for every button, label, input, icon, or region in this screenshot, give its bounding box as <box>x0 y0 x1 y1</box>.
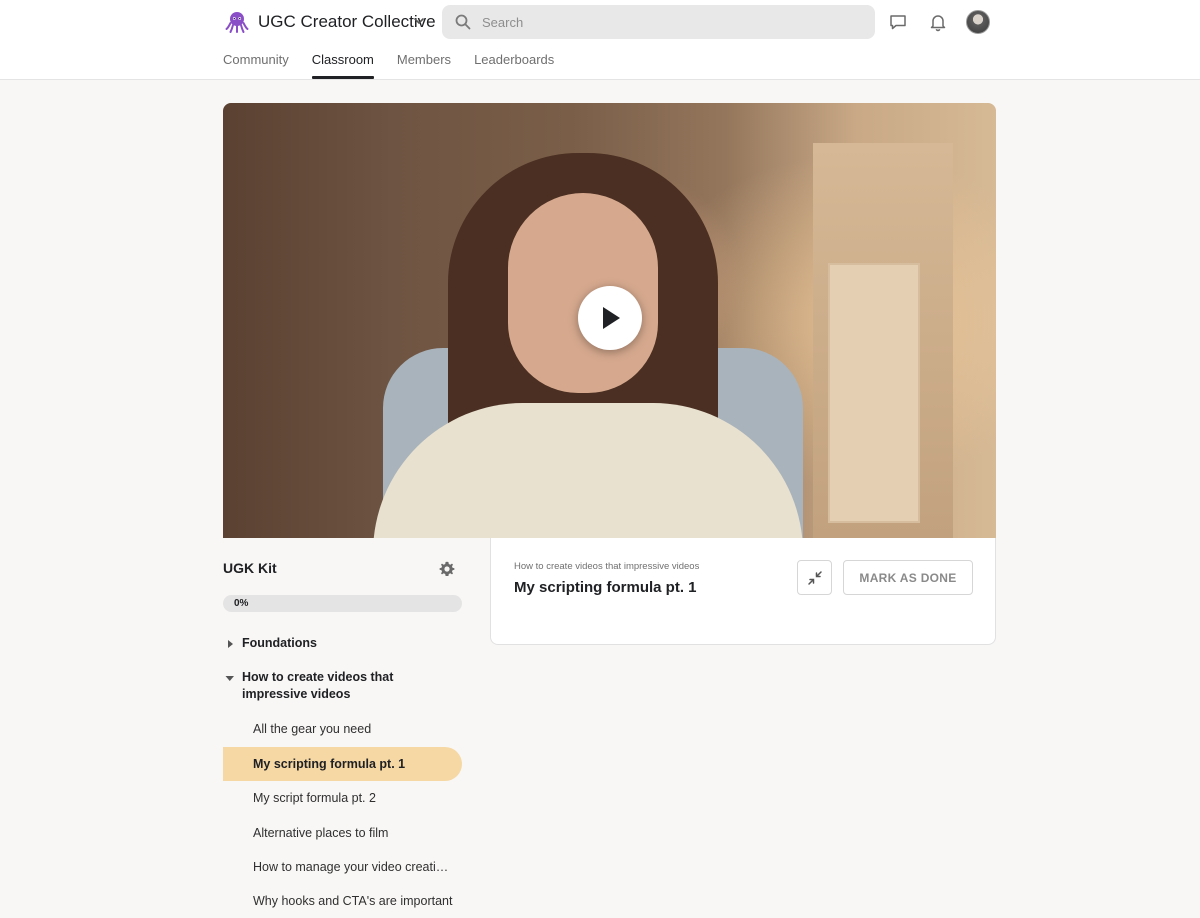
collapse-icon <box>807 570 822 585</box>
lesson-item-active[interactable]: My scripting formula pt. 1 <box>223 747 462 781</box>
caret-down-icon <box>223 671 237 685</box>
octopus-icon <box>223 8 251 36</box>
caret-right-icon <box>223 637 237 651</box>
video-frame-face <box>508 193 658 393</box>
section-create-videos[interactable]: How to create videos that impressive vid… <box>223 669 462 705</box>
avatar[interactable] <box>966 10 990 34</box>
top-header: UGC Creator Collective Community Classro… <box>0 0 1200 80</box>
lesson-video[interactable] <box>223 103 996 538</box>
tab-members[interactable]: Members <box>397 44 451 80</box>
tab-leaderboards[interactable]: Leaderboards <box>474 44 554 80</box>
community-switcher[interactable]: UGC Creator Collective <box>223 8 436 36</box>
course-title: UGK Kit <box>223 560 277 576</box>
lesson-item[interactable]: Why hooks and CTA's are important <box>223 884 462 918</box>
gear-icon[interactable] <box>438 560 456 578</box>
tab-classroom[interactable]: Classroom <box>311 44 375 80</box>
play-icon <box>603 307 620 329</box>
play-button[interactable] <box>578 286 642 350</box>
course-progress-label: 0% <box>234 598 249 609</box>
tab-community[interactable]: Community <box>223 44 289 80</box>
collapse-button[interactable] <box>797 560 832 595</box>
section-foundations[interactable]: Foundations <box>223 635 462 653</box>
community-name: UGC Creator Collective <box>258 12 436 31</box>
lesson-item[interactable]: All the gear you need <box>223 712 462 746</box>
lesson-panel: How to create videos that impressive vid… <box>490 538 996 645</box>
search-input[interactable] <box>482 14 842 30</box>
bell-icon[interactable] <box>927 11 949 33</box>
lesson-item[interactable]: How to manage your video creation … <box>223 850 462 884</box>
lesson-title: My scripting formula pt. 1 <box>514 579 697 596</box>
lesson-breadcrumb[interactable]: How to create videos that impressive vid… <box>514 561 699 572</box>
search-bar[interactable] <box>442 5 875 39</box>
course-progress-bar: 0% <box>223 595 462 612</box>
mark-as-done-button[interactable]: MARK AS DONE <box>843 560 973 595</box>
search-icon <box>454 13 472 31</box>
lesson-item[interactable]: Alternative places to film <box>223 816 462 850</box>
section-label: Foundations <box>242 636 317 650</box>
section-label: How to create videos that impressive vid… <box>242 670 394 701</box>
video-frame-door <box>828 263 920 523</box>
chat-icon[interactable] <box>887 11 909 33</box>
chevron-down-icon[interactable] <box>410 12 428 30</box>
lesson-item[interactable]: My script formula pt. 2 <box>223 781 462 815</box>
main-nav: Community Classroom Members Leaderboards <box>223 44 577 80</box>
